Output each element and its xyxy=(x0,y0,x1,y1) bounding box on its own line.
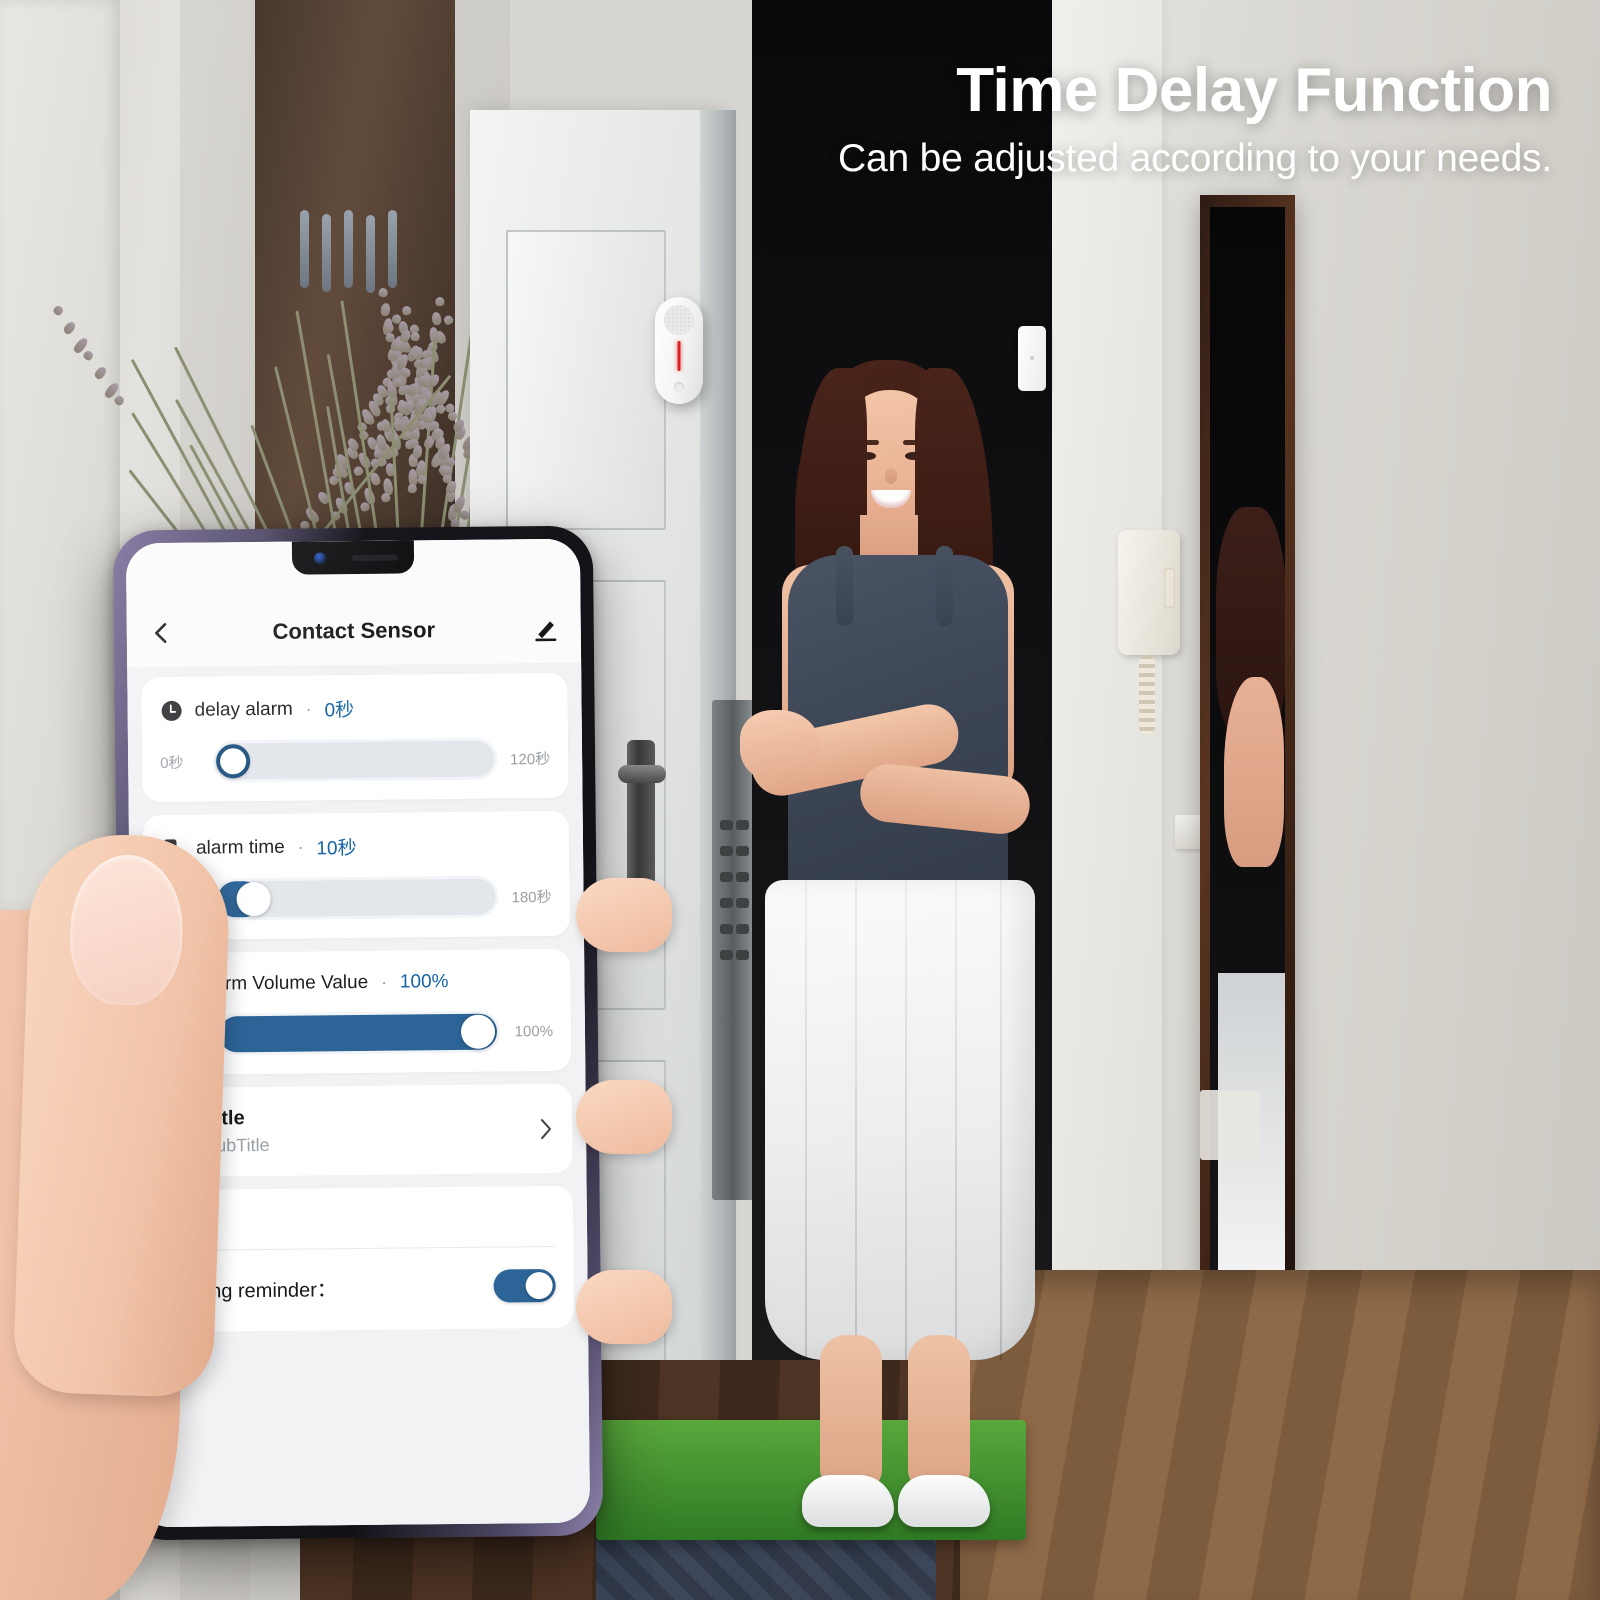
page-title: Contact Sensor xyxy=(272,617,436,644)
door-contact-sensor xyxy=(1018,326,1046,391)
chevron-left-icon[interactable] xyxy=(149,620,175,646)
promo-text-block: Time Delay Function Can be adjusted acco… xyxy=(838,58,1552,181)
siren-led-indicator xyxy=(677,341,681,371)
app-bar: Contact Sensor xyxy=(126,594,582,668)
slider-max-label: 120秒 xyxy=(510,750,551,768)
setting-header: delay alarm · 0秒 xyxy=(159,693,549,724)
door-alarm-siren xyxy=(655,297,703,404)
thumbnail xyxy=(67,853,186,1007)
setting-value: 0秒 xyxy=(324,700,355,722)
slider-min-label: 0秒 xyxy=(160,754,184,772)
siren-speaker-grille xyxy=(664,305,694,335)
person-in-doorway xyxy=(740,350,1060,1530)
wall-label xyxy=(1200,1090,1260,1160)
setting-card-delay-alarm[interactable]: delay alarm · 0秒 0秒 120秒 xyxy=(141,672,569,803)
earpiece-speaker xyxy=(351,554,399,562)
phone-notch xyxy=(291,540,415,575)
front-camera-icon xyxy=(313,552,327,565)
separator: · xyxy=(305,698,312,719)
intercom-cord xyxy=(1139,655,1155,735)
setting-label: delay alarm xyxy=(194,698,293,721)
pencil-edit-icon[interactable] xyxy=(533,616,559,642)
promo-subheadline: Can be adjusted according to your needs. xyxy=(838,137,1552,181)
wall-intercom xyxy=(1118,530,1180,655)
slider-row[interactable]: 0秒 120秒 xyxy=(160,740,550,780)
slider-thumb[interactable] xyxy=(215,744,251,779)
hand-holding-phone xyxy=(0,790,680,1600)
siren-button xyxy=(674,382,684,392)
clock-circle-icon xyxy=(159,698,183,722)
promo-headline: Time Delay Function xyxy=(956,56,1552,125)
thumb xyxy=(12,831,232,1399)
slider-track[interactable] xyxy=(215,740,495,780)
door-handle xyxy=(618,765,666,783)
